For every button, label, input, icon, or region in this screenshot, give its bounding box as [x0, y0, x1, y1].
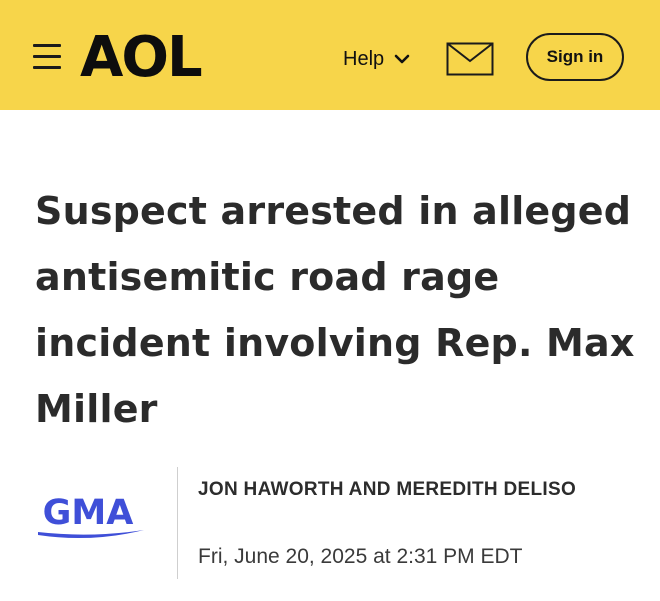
aol-logo[interactable]: AOL [80, 28, 203, 88]
help-menu-button[interactable]: Help [343, 47, 410, 71]
gma-logo-text: GMA [43, 493, 134, 533]
chevron-down-icon [394, 54, 410, 64]
menu-icon-line [33, 44, 61, 47]
publish-date: Fri, June 20, 2025 at 2:31 PM EDT [198, 545, 523, 568]
gma-logo[interactable]: GMA [36, 488, 146, 540]
menu-icon[interactable] [33, 44, 61, 72]
top-bar: AOL Help Sign in [0, 0, 660, 110]
menu-icon-line [33, 66, 61, 69]
sign-in-button[interactable]: Sign in [526, 33, 624, 81]
help-label: Help [343, 48, 385, 70]
mail-icon[interactable] [446, 42, 494, 76]
byline-divider [177, 467, 178, 579]
article-headline: Suspect arrested in alleged antisemitic … [35, 189, 635, 431]
article-authors: JON HAWORTH AND MEREDITH DELISO [198, 479, 577, 500]
menu-icon-line [33, 55, 61, 58]
